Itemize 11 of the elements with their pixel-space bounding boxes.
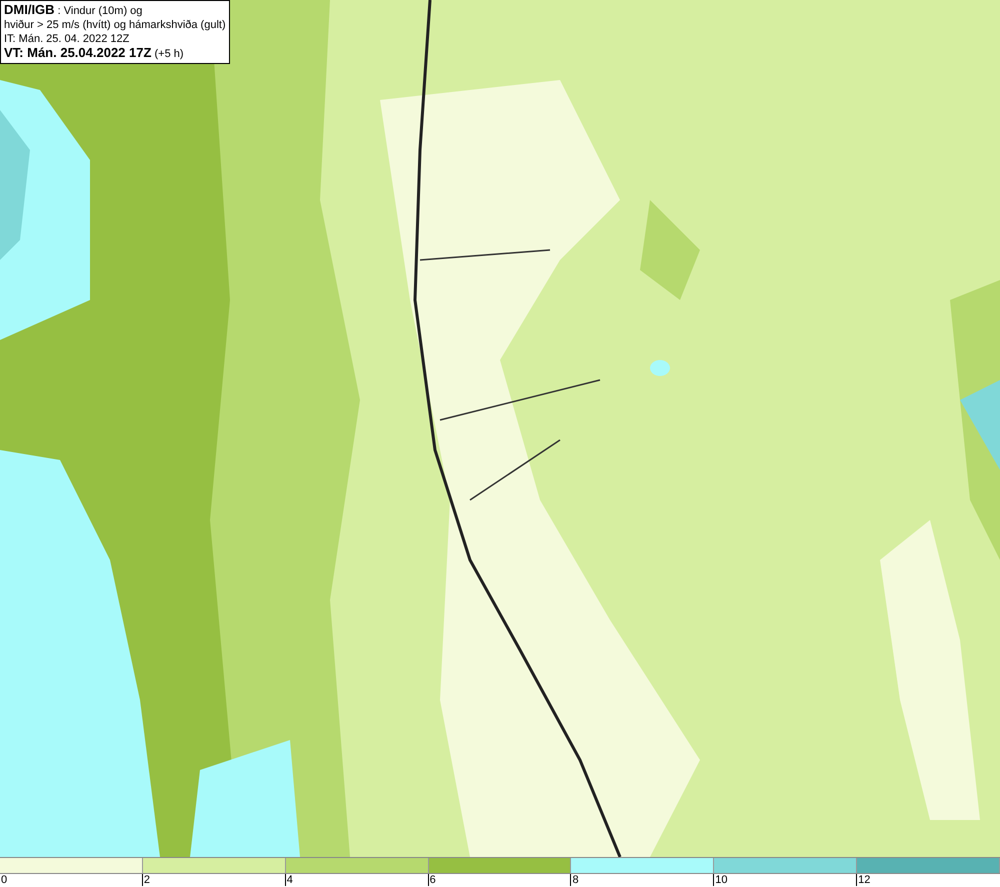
legend-tick-label: 12	[856, 874, 870, 886]
legend-tick-label: 10	[713, 874, 728, 886]
legend-tick-label: 0	[0, 874, 8, 886]
legend-tick-label: 8	[570, 874, 579, 886]
legend-tick-label: 2	[142, 874, 150, 886]
caption-line: hviður > 25 m/s (hvítt) og hámarkshviða (gult)	[4, 18, 226, 32]
caption-line: IT: Mán. 25. 04. 2022 12Z	[4, 32, 130, 46]
caption-line: VT: Mán. 25.04.2022 17Z (+5 h)	[4, 46, 185, 61]
legend-tick-label: 4	[284, 874, 293, 886]
legend-tick-label: 6	[428, 874, 436, 886]
caption-line: DMI/IGB : Vindur (10m) og	[4, 3, 144, 18]
